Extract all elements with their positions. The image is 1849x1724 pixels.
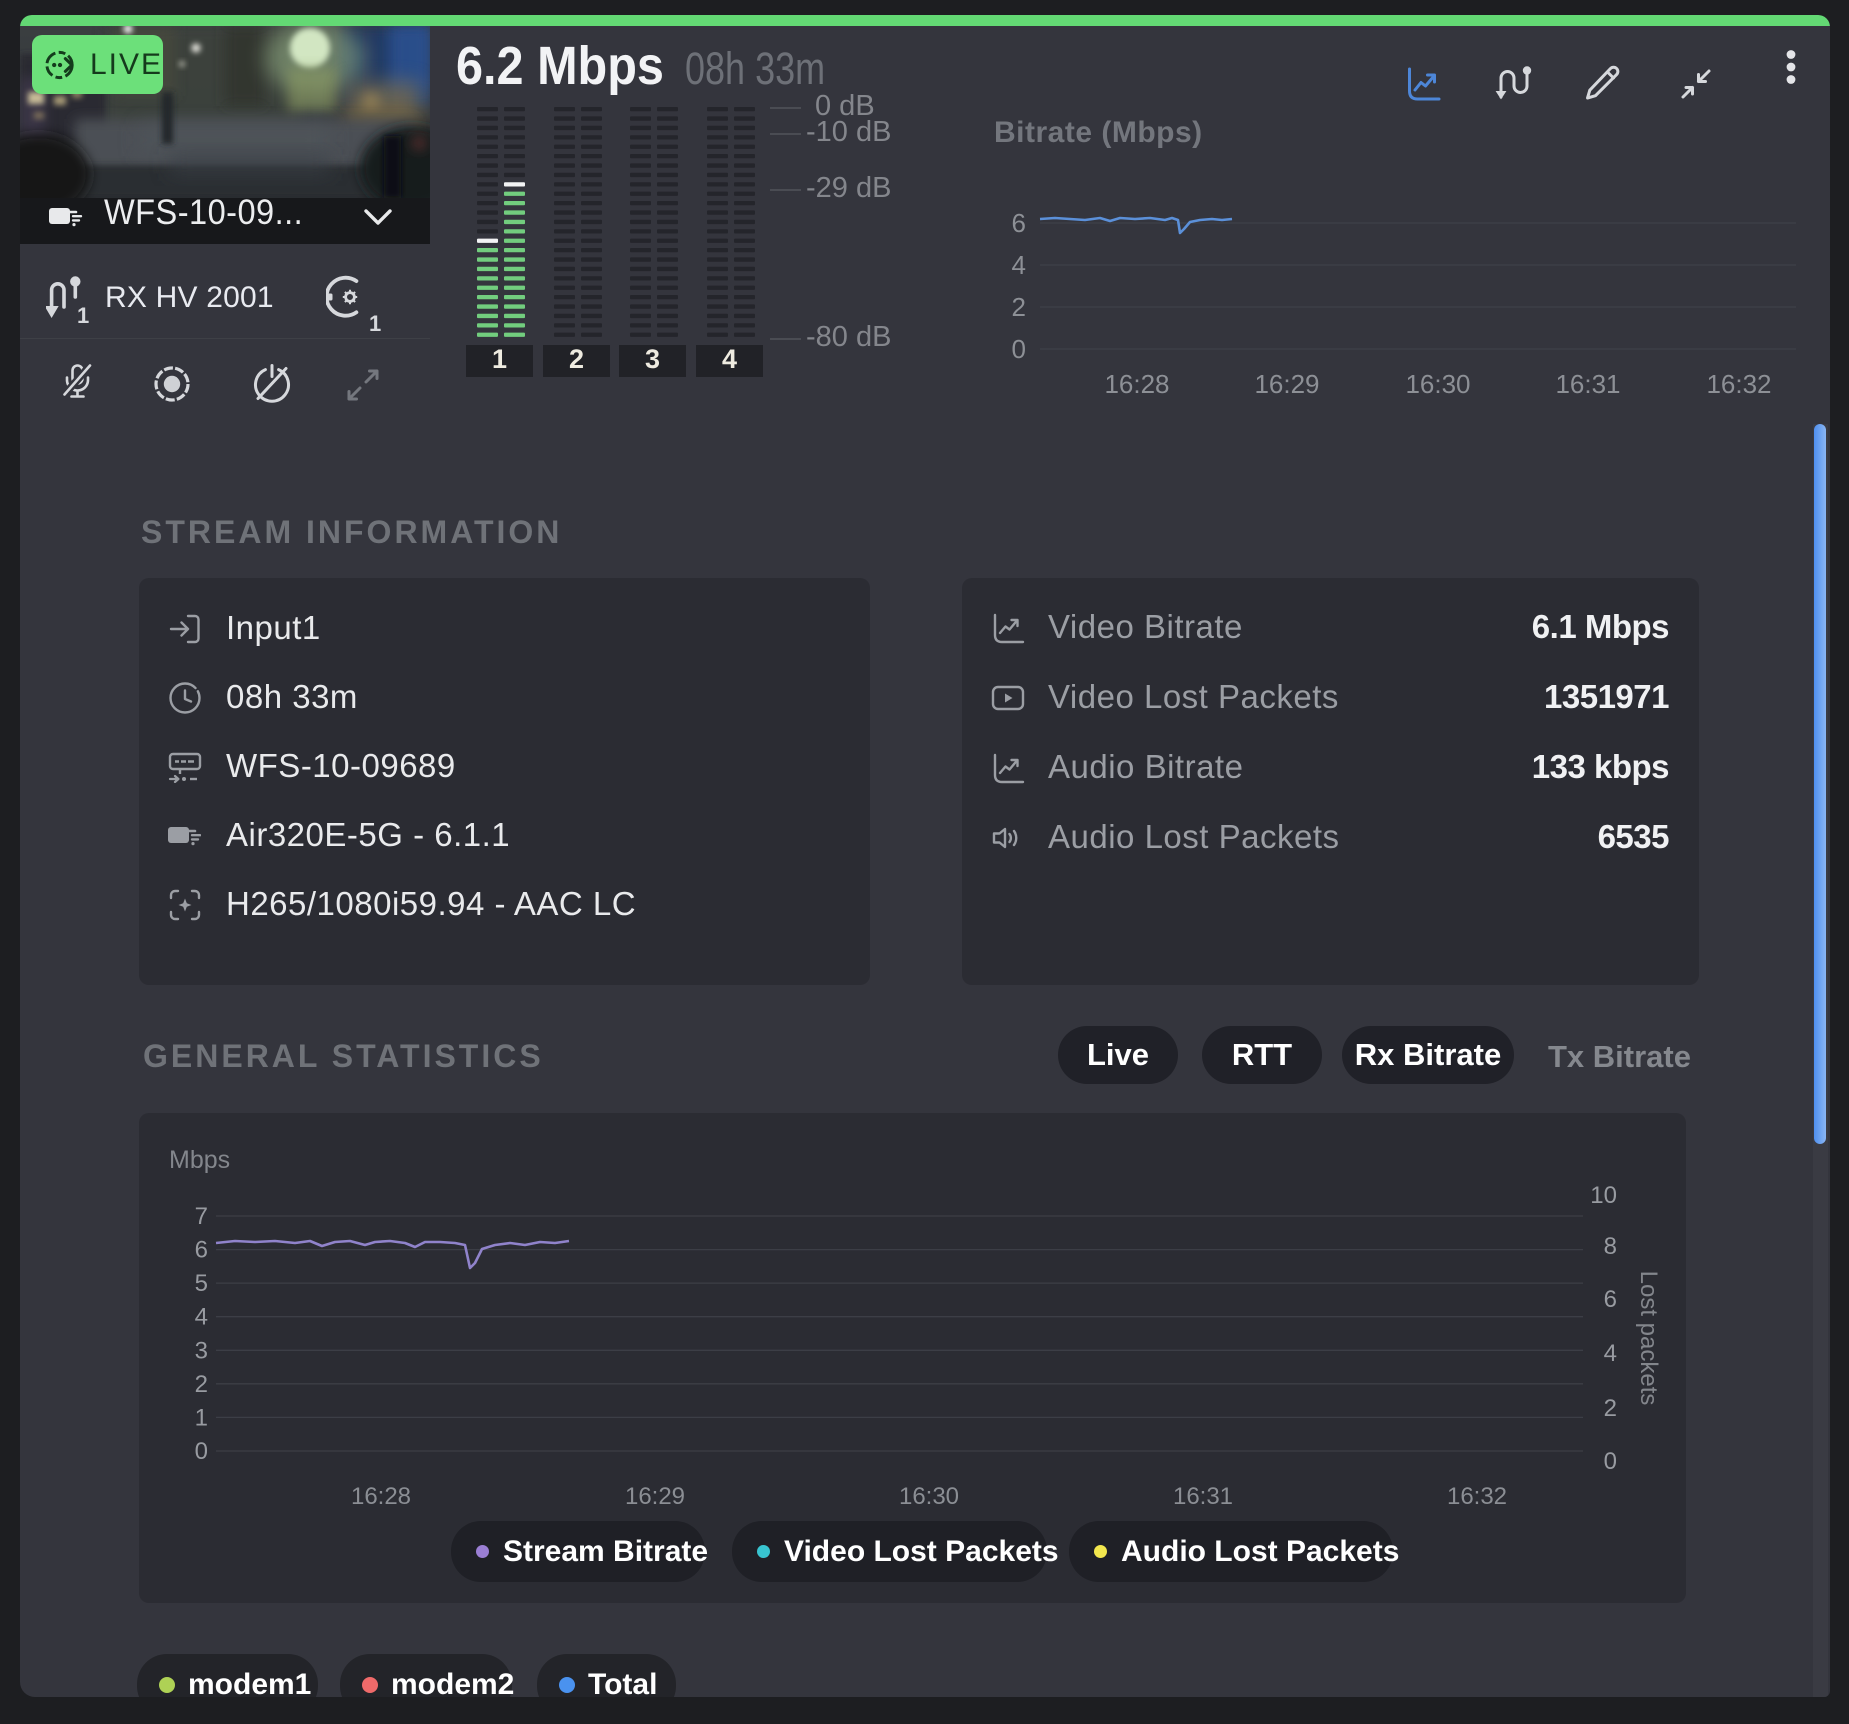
svg-text:4: 4 <box>195 1304 208 1331</box>
svg-text:6: 6 <box>1012 208 1026 238</box>
svg-text:3: 3 <box>645 344 660 374</box>
svg-text:2: 2 <box>195 1371 208 1398</box>
svg-text:6: 6 <box>195 1237 208 1264</box>
svg-text:16:30: 16:30 <box>1405 369 1470 399</box>
svg-text:16:31: 16:31 <box>1555 369 1620 399</box>
svg-text:1: 1 <box>195 1404 208 1431</box>
svg-text:1: 1 <box>492 344 507 374</box>
svg-text:7: 7 <box>195 1203 208 1230</box>
svg-text:Lost packets: Lost packets <box>1635 1271 1662 1406</box>
svg-text:2: 2 <box>569 344 584 374</box>
svg-text:16:29: 16:29 <box>1254 369 1319 399</box>
svg-text:1: 1 <box>77 303 89 325</box>
svg-text:0: 0 <box>1012 334 1026 364</box>
svg-text:16:31: 16:31 <box>1173 1483 1233 1510</box>
svg-text:16:32: 16:32 <box>1447 1483 1507 1510</box>
svg-text:16:28: 16:28 <box>351 1483 411 1510</box>
svg-text:16:29: 16:29 <box>625 1483 685 1510</box>
svg-text:16:28: 16:28 <box>1104 369 1169 399</box>
svg-text:4: 4 <box>722 344 737 374</box>
svg-text:8: 8 <box>1604 1233 1617 1260</box>
svg-text:0: 0 <box>195 1438 208 1465</box>
svg-text:1: 1 <box>369 311 381 335</box>
svg-text:2: 2 <box>1012 292 1026 322</box>
svg-text:2: 2 <box>1604 1395 1617 1422</box>
svg-text:4: 4 <box>1604 1340 1617 1367</box>
svg-text:6: 6 <box>1604 1286 1617 1313</box>
svg-text:16:32: 16:32 <box>1706 369 1771 399</box>
svg-text:10: 10 <box>1590 1182 1617 1209</box>
svg-text:5: 5 <box>195 1270 208 1297</box>
svg-text:4: 4 <box>1012 250 1026 280</box>
svg-text:0: 0 <box>1604 1448 1617 1475</box>
svg-text:16:30: 16:30 <box>899 1483 959 1510</box>
svg-text:3: 3 <box>195 1337 208 1364</box>
